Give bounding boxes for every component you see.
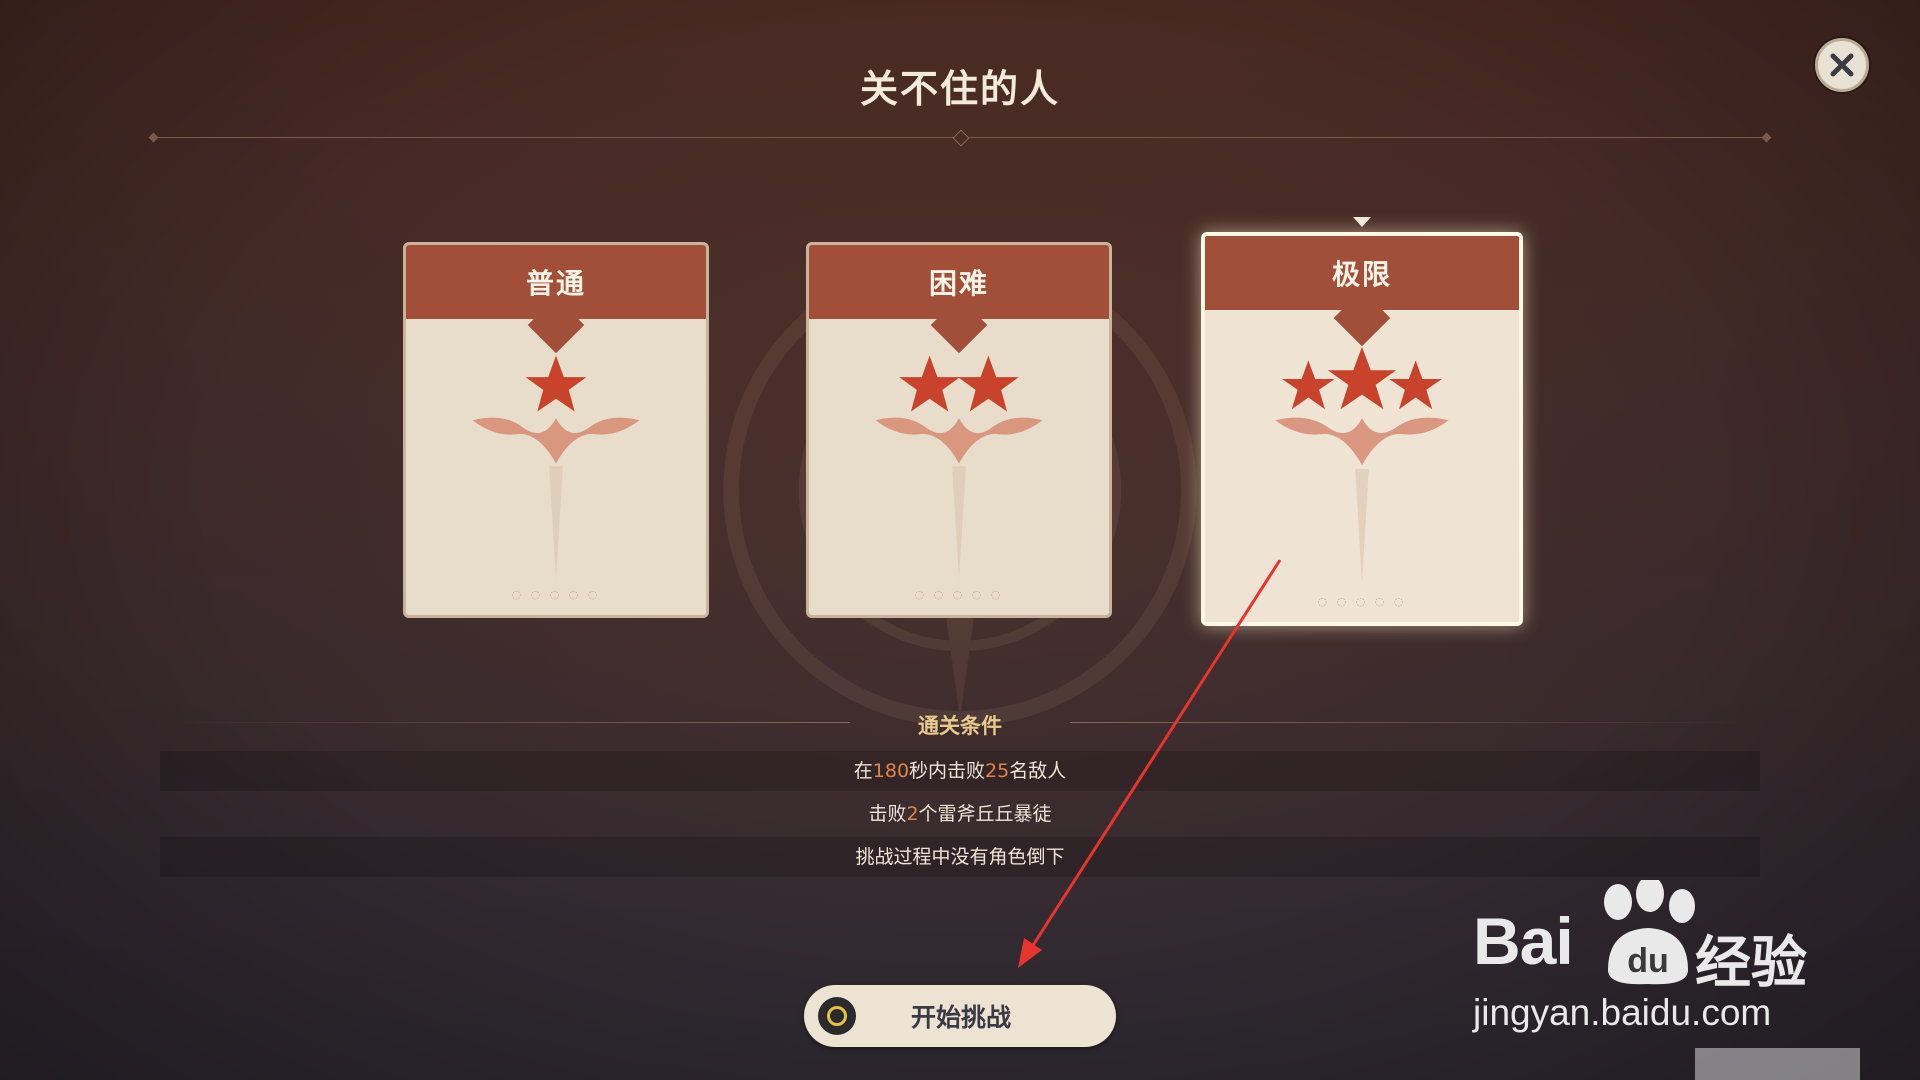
condition-row: 在180秒内击败25名敌人 xyxy=(160,751,1760,791)
selection-indicator xyxy=(1353,217,1371,227)
close-button[interactable] xyxy=(1815,38,1869,92)
card-footer-ornament: ◌ ◌ ◌ ◌ ◌ xyxy=(1317,595,1407,608)
watermark-brand: Bai xyxy=(1473,904,1574,978)
card-ornament xyxy=(1275,417,1449,585)
corner-blur xyxy=(1695,1048,1860,1080)
condition-value: 2 xyxy=(906,803,919,825)
card-footer-ornament: ◌ ◌ ◌ ◌ ◌ xyxy=(511,588,601,601)
conditions-header: 通关条件 xyxy=(918,714,1002,738)
watermark-jingyan: 经验 xyxy=(1695,931,1807,996)
svg-text:du: du xyxy=(1627,942,1669,980)
card-ornament xyxy=(875,417,1043,580)
difficulty-card-normal[interactable]: 普通 ◌ ◌ ◌ ◌ ◌ xyxy=(403,242,709,618)
condition-row: 挑战过程中没有角色倒下 xyxy=(160,837,1760,877)
conditions-divider-right xyxy=(1070,722,1745,723)
start-challenge-button[interactable]: 开始挑战 xyxy=(804,985,1116,1047)
difficulty-card-extreme[interactable]: 极限 ◌ ◌ ◌ ◌ ◌ xyxy=(1201,232,1523,626)
card-ornament xyxy=(472,417,640,580)
card-footer-ornament: ◌ ◌ ◌ ◌ ◌ xyxy=(914,588,1004,601)
condition-value: 25 xyxy=(985,760,1010,782)
condition-row: 击败2个雷斧丘丘暴徒 xyxy=(868,803,1052,825)
title-divider xyxy=(148,129,1772,147)
page-title: 关不住的人 xyxy=(859,67,1060,111)
start-challenge-label: 开始挑战 xyxy=(910,1003,1011,1032)
close-icon xyxy=(1830,53,1854,77)
watermark-url: jingyan.baidu.com xyxy=(1473,992,1772,1033)
difficulty-card-hard[interactable]: 困难 ◌ ◌ ◌ ◌ ◌ xyxy=(806,242,1112,618)
baidu-paw-logo: du xyxy=(1604,880,1695,985)
confirm-circle-icon xyxy=(818,997,856,1035)
condition-value: 180 xyxy=(872,760,910,782)
